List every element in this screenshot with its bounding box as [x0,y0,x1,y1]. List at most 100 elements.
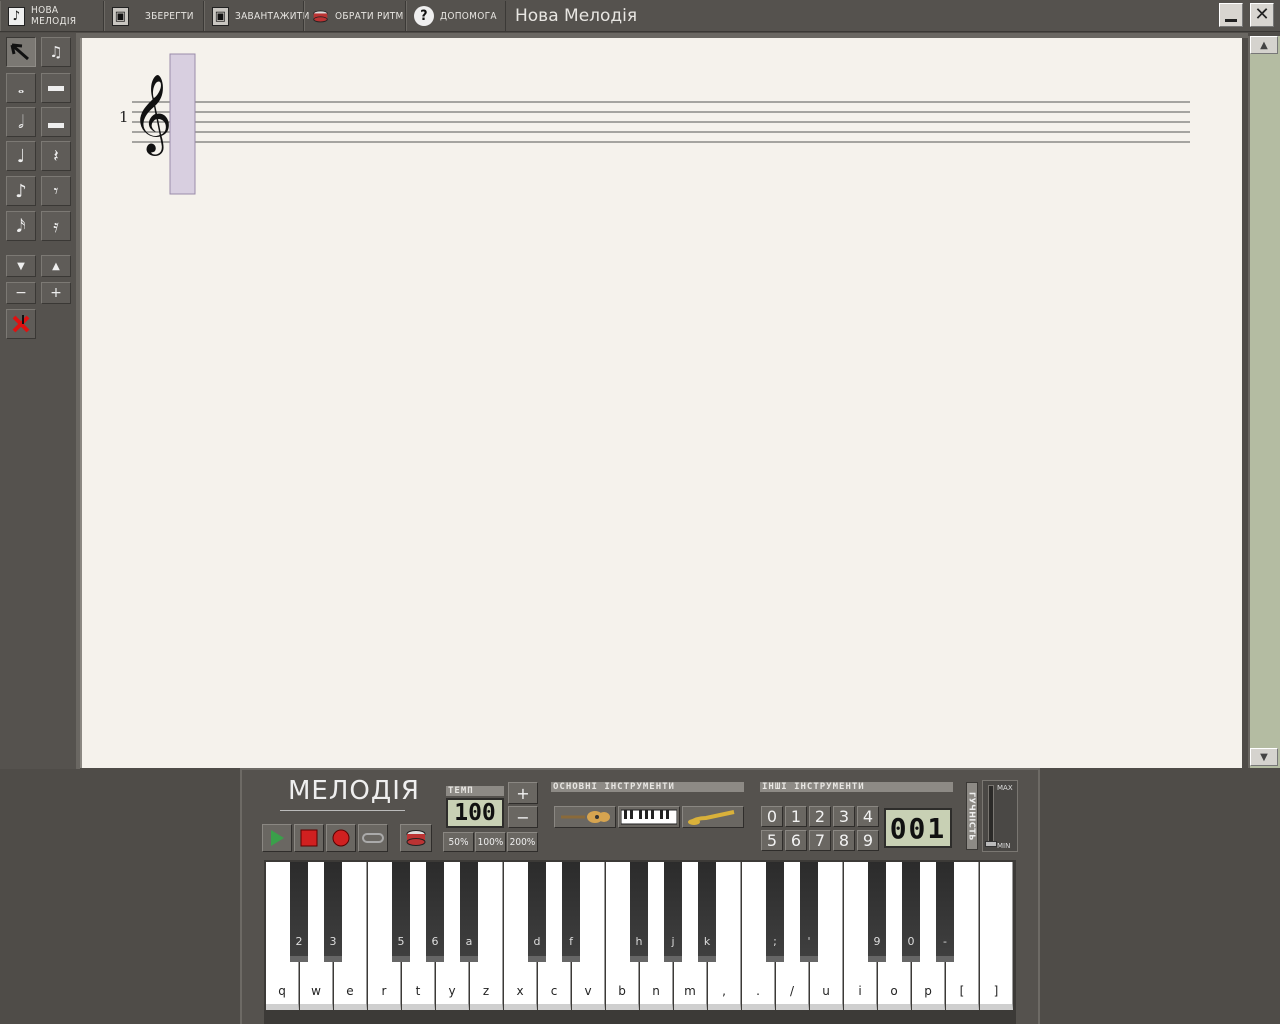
black-key[interactable]: 3 [324,862,342,962]
delete-icon [12,315,30,333]
triangle-up-icon: ▲ [1260,39,1268,51]
pitch-up-button[interactable]: ▲ [41,255,71,277]
rhythm-drum-button[interactable] [400,824,432,852]
black-key[interactable]: k [698,862,716,962]
black-key[interactable]: j [664,862,682,962]
instrument-digit-0[interactable]: 0 [761,806,783,827]
volume-thumb[interactable] [985,841,997,847]
play-button[interactable] [262,824,292,852]
volume-slider[interactable]: MAX MIN [982,780,1018,852]
record-button[interactable] [326,824,356,852]
sixteenth-rest-icon: 𝄿 [53,215,59,237]
instrument-digit-9[interactable]: 9 [857,830,879,851]
black-key[interactable]: h [630,862,648,962]
chord-tool-button[interactable]: ♫ [41,37,71,67]
save-button[interactable]: ▣ Зберегти [104,1,204,31]
tempo-label: ТЕМП [446,786,504,796]
minimize-button[interactable] [1219,3,1243,27]
drum-icon [312,7,329,26]
floppy-disk-icon: ▣ [212,6,229,26]
instrument-digit-8[interactable]: 8 [833,830,855,851]
save-label: Зберегти [145,10,194,22]
eighth-note-icon: ♪ [15,180,27,202]
stop-button[interactable] [294,824,324,852]
choose-rhythm-button[interactable]: Обрати ритм [304,1,406,31]
instrument-digit-2[interactable]: 2 [809,806,831,827]
other-instruments-label: ІНШІ ІНСТРУМЕНТИ [760,782,953,792]
tempo-display: 100 [446,798,504,828]
new-document-icon: ♪ [8,6,25,26]
black-key[interactable]: ; [766,862,784,962]
chord-notes-icon: ♫ [49,43,63,61]
load-button[interactable]: ▣ Завантажити [204,1,309,31]
instrument-digit-4[interactable]: 4 [857,806,879,827]
half-rest-button[interactable] [41,107,71,137]
half-rest-icon [48,122,64,128]
load-label: Завантажити [235,10,310,22]
minus-icon: − [516,807,530,827]
black-key[interactable]: - [936,862,954,962]
piano-instrument-button[interactable] [618,806,680,828]
plus-button[interactable]: + [41,282,71,304]
eighth-rest-button[interactable]: 𝄾 [41,176,71,206]
whole-rest-button[interactable] [41,73,71,103]
volume-track [988,785,994,847]
top-toolbar: ♪ Нова мелодія ▣ Зберегти ▣ Завантажити … [0,0,1280,32]
plus-icon: + [50,285,62,301]
black-key[interactable]: f [562,862,580,962]
close-button[interactable]: ✕ [1250,3,1274,27]
play-icon [271,830,284,846]
white-key[interactable]: ] [980,862,1013,1010]
black-key[interactable]: 2 [290,862,308,962]
black-key[interactable]: a [460,862,478,962]
whole-note-button[interactable]: 𝅝 [6,73,36,103]
black-key[interactable]: ' [800,862,818,962]
tempo-plus-button[interactable]: + [508,782,538,804]
saxophone-instrument-button[interactable] [682,806,744,828]
instrument-digit-7[interactable]: 7 [809,830,831,851]
saxophone-icon [688,810,735,825]
help-button[interactable]: ? Допомога [406,1,506,31]
guitar-instrument-button[interactable] [554,806,616,828]
note-palette: ♫ 𝅝 𝅗𝅥 ♩ 𝄽 ♪ 𝄾 𝅘𝅥𝅯 𝄿 ▼ ▲ − + [0,33,76,769]
record-icon [332,829,350,847]
whole-note-icon: 𝅝 [17,78,25,97]
scroll-up-button[interactable]: ▲ [1250,36,1278,54]
instrument-digit-6[interactable]: 6 [785,830,807,851]
instrument-digit-5[interactable]: 5 [761,830,783,851]
pointer-tool-button[interactable] [6,37,36,67]
new-melody-button[interactable]: ♪ Нова мелодія [0,1,104,31]
black-key[interactable]: 6 [426,862,444,962]
quarter-rest-button[interactable]: 𝄽 [41,141,71,171]
sixteenth-note-button[interactable]: 𝅘𝅥𝅯 [6,211,36,241]
quarter-note-button[interactable]: ♩ [6,141,36,171]
staff-svg [132,53,1190,195]
minus-button[interactable]: − [6,282,36,304]
half-note-button[interactable]: 𝅗𝅥 [6,107,36,137]
sixteenth-rest-button[interactable]: 𝄿 [41,211,71,241]
black-key[interactable]: d [528,862,546,962]
black-key[interactable]: 9 [868,862,886,962]
speed-100-button[interactable]: 100% [475,832,506,852]
instrument-number-display: 001 [884,808,952,848]
guitar-icon [561,811,610,823]
vertical-scrollbar[interactable] [1248,36,1280,768]
delete-note-button[interactable] [6,309,36,339]
floppy-disk-icon: ▣ [112,6,129,26]
score-sheet[interactable]: 1 𝄞 [80,38,1242,768]
window-title: Нова Мелодія [515,6,638,26]
instrument-digit-1[interactable]: 1 [785,806,807,827]
eighth-note-button[interactable]: ♪ [6,176,36,206]
plus-icon: + [516,783,530,803]
loop-button[interactable] [358,824,388,852]
pitch-down-button[interactable]: ▼ [6,255,36,277]
black-key[interactable]: 0 [902,862,920,962]
instrument-digit-3[interactable]: 3 [833,806,855,827]
stop-icon [300,829,318,847]
tempo-minus-button[interactable]: − [508,806,538,828]
scroll-down-button[interactable]: ▼ [1250,748,1278,766]
speed-200-button[interactable]: 200% [507,832,538,852]
minus-icon: − [15,285,27,301]
speed-50-button[interactable]: 50% [443,832,474,852]
black-key[interactable]: 5 [392,862,410,962]
